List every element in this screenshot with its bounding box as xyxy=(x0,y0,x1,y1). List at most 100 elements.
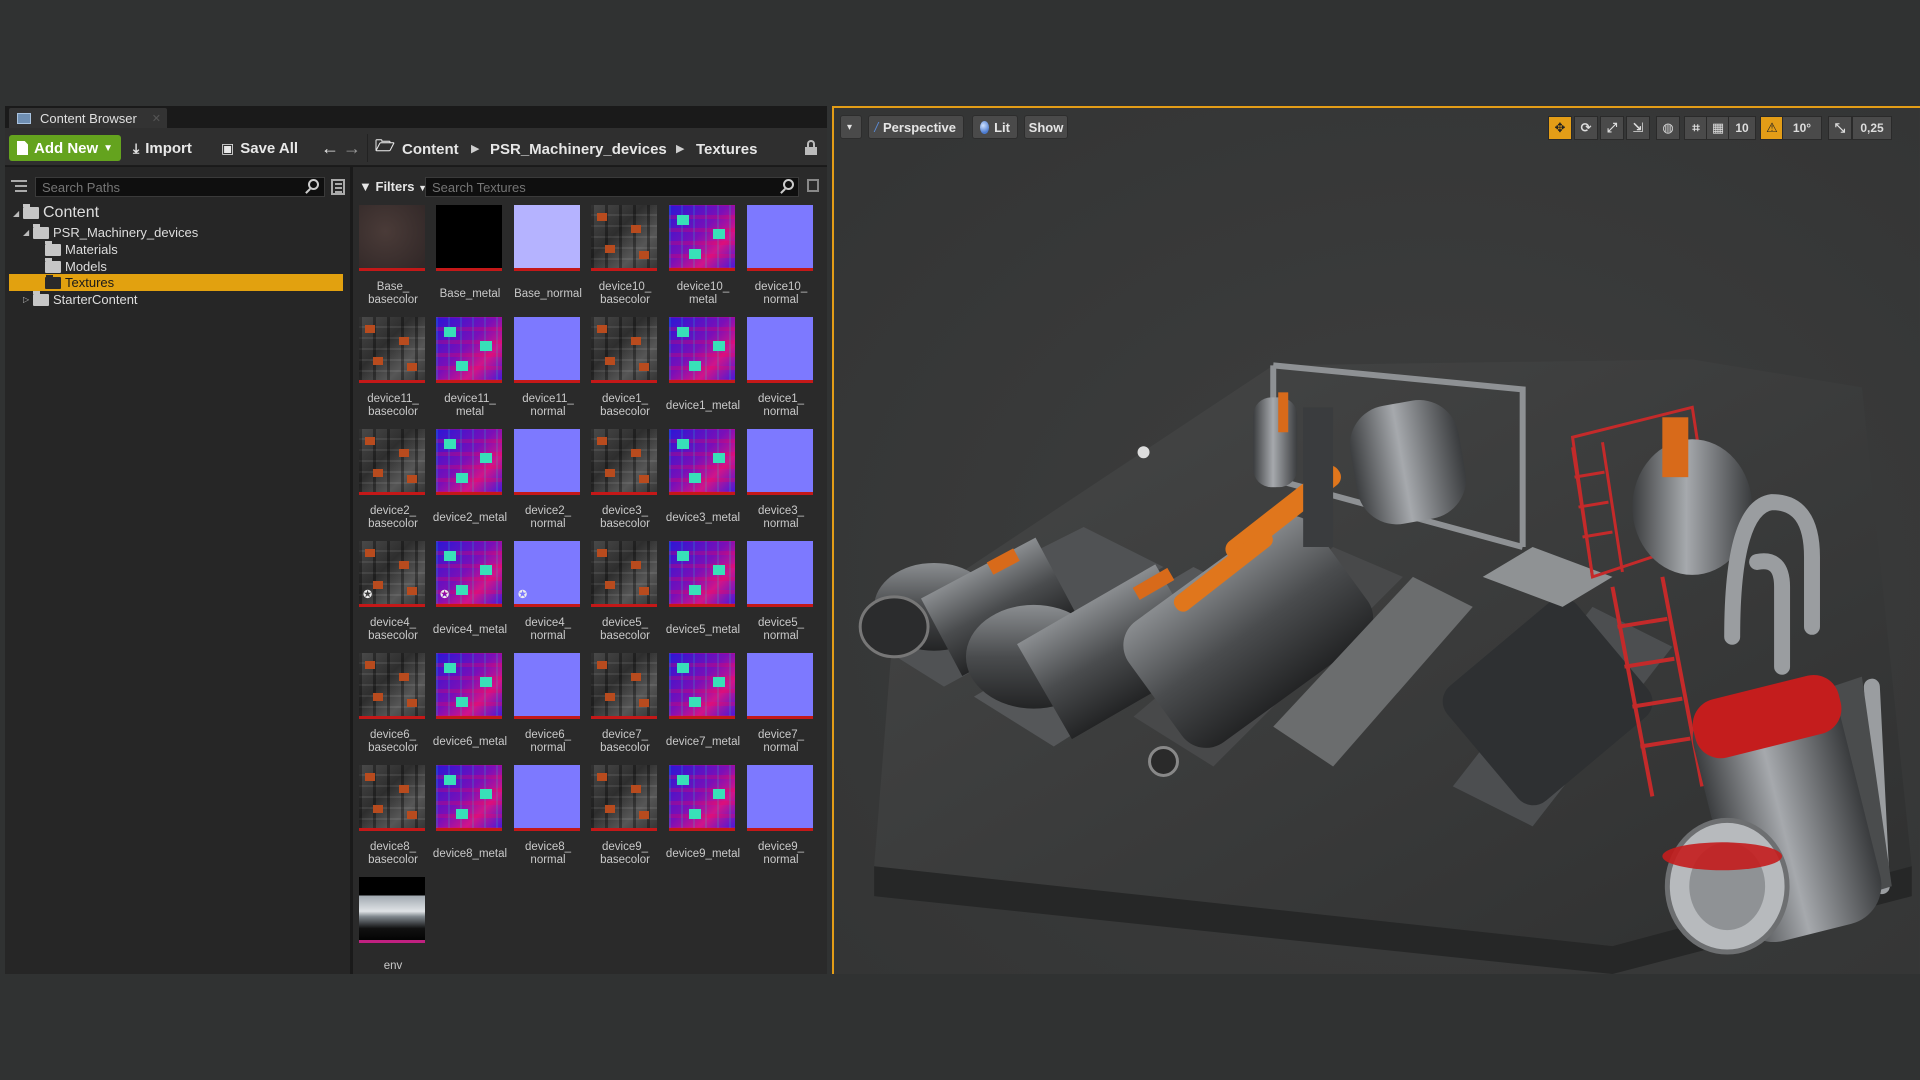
surface-snapping-icon[interactable]: ⌗ xyxy=(1684,116,1708,140)
scale-mode-icon[interactable]: ⤢ xyxy=(1600,116,1624,140)
save-search-icon[interactable] xyxy=(807,179,819,192)
expanded-arrow-icon[interactable]: ◢ xyxy=(13,209,23,218)
world-coordinates-icon[interactable]: ◍ xyxy=(1656,116,1680,140)
texture-detail xyxy=(639,363,649,371)
asset-tile[interactable]: device6_ basecolor xyxy=(359,653,427,761)
asset-tile[interactable]: device3_ basecolor xyxy=(591,429,659,537)
asset-tile[interactable]: device8_ basecolor xyxy=(359,765,427,873)
tree-item-startercontent[interactable]: ▷ StarterContent xyxy=(23,290,343,308)
rotate-mode-icon[interactable]: ⟳ xyxy=(1574,116,1598,140)
lit-button[interactable]: Lit xyxy=(972,115,1018,139)
texture-detail xyxy=(713,453,725,463)
asset-tile[interactable]: device7_ normal xyxy=(747,653,815,761)
breadcrumb-arrow-icon[interactable]: ▶ xyxy=(471,142,479,155)
search-paths-input[interactable] xyxy=(35,177,325,197)
grid-snap-value[interactable]: 10 xyxy=(1728,116,1756,140)
rotation-snap-value[interactable]: 10° xyxy=(1782,116,1822,140)
grid-snap-icon[interactable]: ▦ xyxy=(1706,116,1730,140)
collapsed-arrow-icon[interactable]: ▷ xyxy=(23,295,33,304)
asset-name: device3_metal xyxy=(665,512,741,524)
tree-item-models[interactable]: Models xyxy=(35,257,343,275)
asset-tile[interactable]: device9_ basecolor xyxy=(591,765,659,873)
asset-tile[interactable]: device10_ metal xyxy=(669,205,737,313)
asset-tile[interactable]: device10_ basecolor xyxy=(591,205,659,313)
asset-tile[interactable]: env xyxy=(359,877,427,985)
close-icon[interactable]: ✕ xyxy=(152,112,161,125)
search-icon[interactable] xyxy=(780,179,794,194)
asset-tile[interactable]: device1_metal xyxy=(666,317,740,425)
viewport-scene[interactable] xyxy=(834,108,1920,974)
search-textures-input[interactable] xyxy=(425,177,799,197)
asset-tile[interactable]: Base_ basecolor xyxy=(359,205,427,313)
level-viewport[interactable]: ▾ Perspective Lit Show ✥ ⟳ ⤢ ⇲ ◍ ⌗ ▦ 10 … xyxy=(832,106,1920,974)
scale-handle-icon[interactable]: ⇲ xyxy=(1626,116,1650,140)
import-button[interactable]: ⤓ Import xyxy=(133,135,207,161)
asset-tile[interactable]: device7_ basecolor xyxy=(591,653,659,761)
save-all-button[interactable]: ▣ Save All xyxy=(221,135,311,161)
asset-tile[interactable]: device8_metal xyxy=(433,765,507,873)
asset-tile[interactable]: device1_ normal xyxy=(747,317,815,425)
texture-detail xyxy=(605,469,615,477)
asset-type-bar xyxy=(359,716,425,719)
folder-open-icon[interactable]: 🗁 xyxy=(375,135,395,161)
asset-tile[interactable]: device11_ basecolor xyxy=(359,317,427,425)
asset-tile[interactable]: device11_ metal xyxy=(436,317,504,425)
lock-icon[interactable] xyxy=(805,140,817,155)
scale-snap-icon[interactable]: ⤡ xyxy=(1828,116,1852,140)
asset-tile[interactable]: device1_ basecolor xyxy=(591,317,659,425)
asset-tile[interactable]: device3_metal xyxy=(666,429,740,537)
asset-tile[interactable]: device6_metal xyxy=(433,653,507,761)
tree-item-textures[interactable]: Textures xyxy=(9,274,343,291)
asset-tile[interactable]: device8_ normal xyxy=(514,765,582,873)
folder-icon xyxy=(33,223,49,239)
texture-thumbnail xyxy=(591,765,657,831)
sources-list-icon[interactable] xyxy=(11,180,27,194)
breadcrumb-item[interactable]: Content xyxy=(402,141,459,158)
asset-tile[interactable]: Base_normal xyxy=(514,205,582,313)
rotation-snap-icon[interactable]: ⚠ xyxy=(1760,116,1784,140)
show-button[interactable]: Show xyxy=(1024,115,1068,139)
translate-mode-icon[interactable]: ✥ xyxy=(1548,116,1572,140)
asset-name: device9_metal xyxy=(665,848,741,860)
breadcrumb-item[interactable]: Textures xyxy=(696,141,757,158)
asset-tile[interactable]: device5_ normal xyxy=(747,541,815,649)
expanded-arrow-icon[interactable]: ◢ xyxy=(23,228,33,237)
asset-tile[interactable]: device10_ normal xyxy=(747,205,815,313)
back-arrow-icon[interactable]: ← xyxy=(321,135,339,161)
folder-icon xyxy=(45,257,61,273)
asset-tile[interactable]: device9_ normal xyxy=(747,765,815,873)
breadcrumb-arrow-icon[interactable]: ▶ xyxy=(676,142,684,155)
filters-button[interactable]: ▼ Filters ▼ xyxy=(359,179,427,194)
asset-tile[interactable]: ✪ device4_ basecolor xyxy=(359,541,427,649)
asset-tile[interactable]: device9_metal xyxy=(666,765,740,873)
asset-tile[interactable]: Base_metal xyxy=(436,205,504,313)
asset-tile[interactable]: device2_metal xyxy=(433,429,507,537)
asset-tile[interactable]: device3_ normal xyxy=(747,429,815,537)
asset-tile[interactable]: ✪ device4_metal xyxy=(433,541,507,649)
breadcrumb-item[interactable]: PSR_Machinery_devices xyxy=(490,141,667,158)
tree-item-materials[interactable]: Materials xyxy=(35,240,343,258)
asset-tile[interactable]: device2_ basecolor xyxy=(359,429,427,537)
texture-detail xyxy=(365,661,375,669)
tree-item-content[interactable]: ◢ Content xyxy=(13,203,343,223)
save-icon: ▣ xyxy=(221,139,235,156)
perspective-button[interactable]: Perspective xyxy=(868,115,964,139)
asset-name: device9_ basecolor xyxy=(600,841,650,866)
search-icon[interactable] xyxy=(305,179,319,194)
light-source-icon[interactable] xyxy=(1137,446,1150,459)
asset-tile[interactable]: device6_ normal xyxy=(514,653,582,761)
forward-arrow-icon[interactable]: → xyxy=(343,135,361,161)
view-options-icon[interactable] xyxy=(331,179,345,195)
asset-tile[interactable]: device11_ normal xyxy=(514,317,582,425)
asset-tile[interactable]: device5_metal xyxy=(666,541,740,649)
asset-tile[interactable]: device5_ basecolor xyxy=(591,541,659,649)
scale-snap-value[interactable]: 0,25 xyxy=(1852,116,1892,140)
asset-tile[interactable]: device7_metal xyxy=(666,653,740,761)
asset-tile[interactable]: ✪ device4_ normal xyxy=(514,541,582,649)
texture-detail xyxy=(639,587,649,595)
add-new-button[interactable]: Add New ▼ xyxy=(9,135,121,161)
tab-content-browser[interactable]: Content Browser ✕ xyxy=(9,108,167,128)
tree-item-psr-machinery-devices[interactable]: ◢ PSR_Machinery_devices xyxy=(23,223,343,241)
viewport-options-button[interactable]: ▾ xyxy=(840,115,862,139)
asset-tile[interactable]: device2_ normal xyxy=(514,429,582,537)
